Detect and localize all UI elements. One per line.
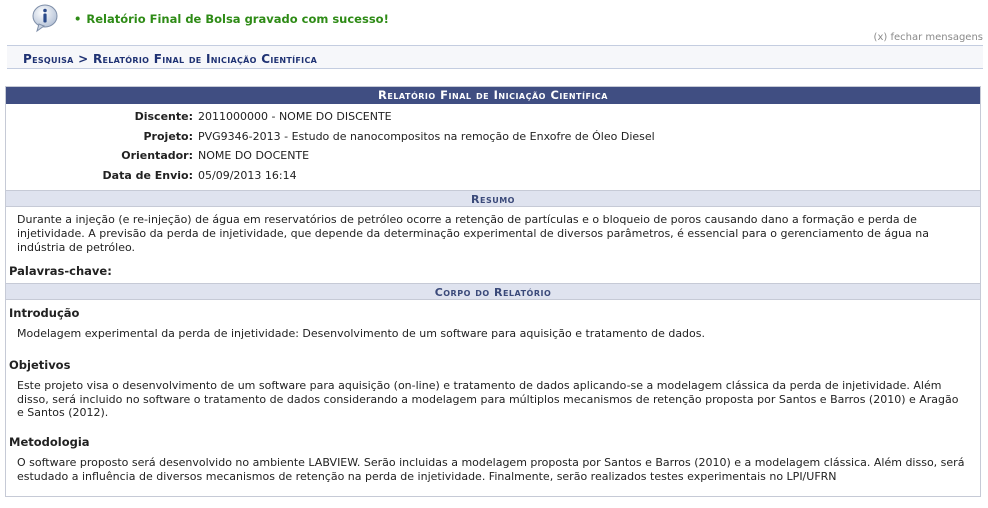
field-row-data-envio: Data de Envio: 05/09/2013 16:14 (6, 166, 980, 186)
keywords-label: Palavras-chave: (9, 264, 112, 278)
field-value: PVG9346-2013 - Estudo de nanocompositos … (198, 129, 655, 143)
panel-title: Relatório Final de Iniciação Científica (6, 87, 980, 104)
field-label: Data de Envio: (102, 168, 193, 182)
breadcrumb-bar: Pesquisa > Relatório Final de Iniciação … (7, 45, 983, 69)
resumo-text: Durante a injeção (e re-injeção) de água… (17, 213, 930, 254)
field-label: Projeto: (143, 129, 194, 143)
bullet-icon: • (74, 12, 82, 26)
field-value: NOME DO DOCENTE (198, 149, 310, 163)
report-fields: Discente: 2011000000 - NOME DO DISCENTE … (6, 104, 980, 185)
section-text-metodologia: O software proposto será desenvolvido no… (17, 456, 965, 483)
section-title-metodologia: Metodologia (9, 435, 90, 449)
breadcrumb: Pesquisa > Relatório Final de Iniciação … (23, 52, 318, 66)
field-row-discente: Discente: 2011000000 - NOME DO DISCENTE (6, 107, 980, 127)
field-label: Orientador: (121, 149, 193, 163)
field-row-orientador: Orientador: NOME DO DOCENTE (6, 146, 980, 166)
report-body-header: Corpo do Relatório (6, 283, 980, 300)
section-title-objetivos: Objetivos (9, 358, 71, 372)
report-panel: Relatório Final de Iniciação Científica … (5, 86, 981, 497)
section-text-introducao: Modelagem experimental da perda de injet… (17, 327, 705, 340)
success-message: • Relatório Final de Bolsa gravado com su… (74, 12, 389, 26)
success-message-bar: • Relatório Final de Bolsa gravado com su… (0, 0, 988, 43)
field-label: Discente: (134, 110, 193, 124)
success-message-text: Relatório Final de Bolsa gravado com suc… (86, 12, 389, 26)
field-row-projeto: Projeto: PVG9346-2013 - Estudo de nanoco… (6, 127, 980, 147)
info-icon (32, 4, 58, 33)
field-value: 05/09/2013 16:14 (198, 168, 297, 182)
field-value: 2011000000 - NOME DO DISCENTE (198, 110, 392, 124)
resumo-header: Resumo (6, 190, 980, 207)
section-text-objetivos: Este projeto visa o desenvolvimento de u… (17, 379, 959, 419)
section-title-introducao: Introdução (9, 306, 80, 320)
close-messages-link[interactable]: (x) fechar mensagens (874, 32, 983, 43)
